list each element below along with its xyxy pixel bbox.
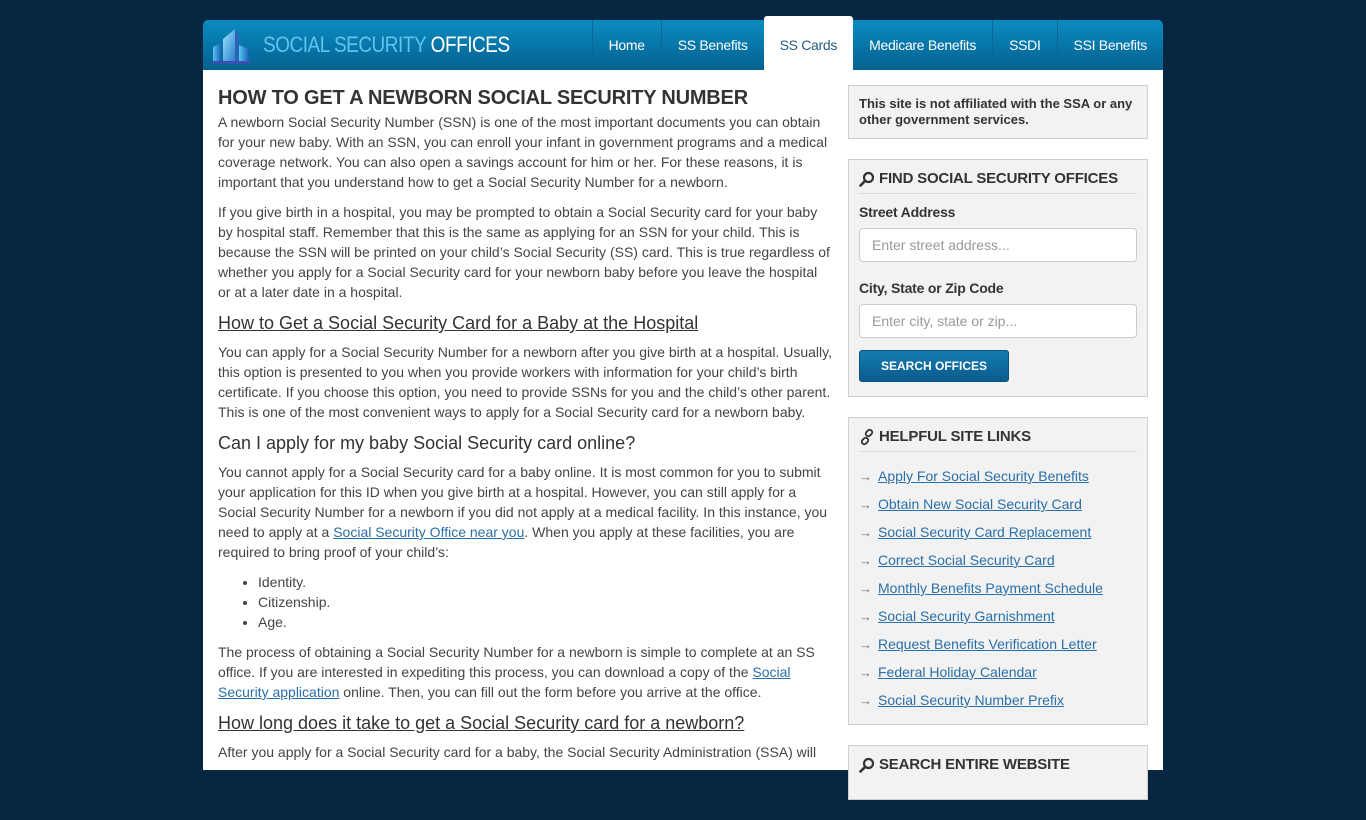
search-offices-button[interactable]: SEARCH OFFICES — [859, 350, 1009, 382]
proof-item: Citizenship. — [258, 592, 833, 612]
search-icon — [859, 171, 875, 187]
arrow-right-icon: → — [859, 636, 872, 652]
find-offices-title-text: FIND SOCIAL SECURITY OFFICES — [879, 170, 1118, 187]
city-state-zip-label: City, State or Zip Code — [859, 280, 1004, 296]
list-item: → Federal Holiday Calendar — [859, 658, 1137, 686]
city-state-zip-input[interactable] — [859, 304, 1137, 338]
page-container: SOCIAL SECURITY OFFICES Home SS Benefits… — [203, 16, 1163, 800]
page-title: HOW TO GET A NEWBORN SOCIAL SECURITY NUM… — [218, 87, 748, 109]
list-item: → Social Security Number Prefix — [859, 686, 1137, 714]
link-card-replacement[interactable]: Social Security Card Replacement — [878, 524, 1091, 540]
helpful-links-title-text: HELPFUL SITE LINKS — [879, 428, 1031, 445]
find-offices-title: FIND SOCIAL SECURITY OFFICES — [859, 170, 1137, 194]
site-name: SOCIAL SECURITY OFFICES — [263, 32, 510, 58]
office-near-you-link[interactable]: Social Security Office near you — [333, 524, 524, 540]
nav-ss-benefits[interactable]: SS Benefits — [660, 20, 764, 70]
list-item: → Request Benefits Verification Letter — [859, 630, 1137, 658]
list-item: → Social Security Garnishment — [859, 602, 1137, 630]
link-apply-benefits[interactable]: Apply For Social Security Benefits — [878, 468, 1089, 484]
site-header: SOCIAL SECURITY OFFICES Home SS Benefits… — [203, 16, 1163, 70]
arrow-right-icon: → — [859, 580, 872, 596]
proof-list: Identity. Citizenship. Age. — [258, 572, 833, 632]
sidebar: This site is not affiliated with the SSA… — [848, 85, 1148, 820]
link-icon — [860, 428, 874, 445]
link-payment-schedule[interactable]: Monthly Benefits Payment Schedule — [878, 580, 1103, 596]
nav-ssi-benefits[interactable]: SSI Benefits — [1056, 20, 1163, 70]
list-item: → Obtain New Social Security Card — [859, 490, 1137, 518]
arrow-right-icon: → — [859, 552, 872, 568]
building-icon — [212, 29, 250, 64]
arrow-right-icon: → — [859, 608, 872, 624]
street-address-input[interactable] — [859, 228, 1137, 262]
intro-paragraph: A newborn Social Security Number (SSN) i… — [218, 114, 828, 190]
nav-home[interactable]: Home — [591, 20, 661, 70]
heading-how-long[interactable]: How long does it take to get a Social Se… — [218, 710, 833, 736]
online-paragraph: You cannot apply for a Social Security c… — [218, 462, 833, 562]
process-text-after: online. Then, you can fill out the form … — [339, 684, 762, 700]
proof-item: Age. — [258, 612, 833, 632]
find-offices-box: FIND SOCIAL SECURITY OFFICES Street Addr… — [848, 159, 1148, 397]
hospital-paragraph: If you give birth in a hospital, you may… — [218, 204, 830, 300]
heading-online: Can I apply for my baby Social Security … — [218, 433, 636, 453]
list-item: → Social Security Card Replacement — [859, 518, 1137, 546]
site-name-bold: OFFICES — [430, 32, 510, 57]
link-obtain-new-card[interactable]: Obtain New Social Security Card — [878, 496, 1082, 512]
helpful-links-box: HELPFUL SITE LINKS → Apply For Social Sec… — [848, 417, 1148, 725]
heading-hospital[interactable]: How to Get a Social Security Card for a … — [218, 310, 833, 336]
how-long-paragraph: After you apply for a Social Security ca… — [218, 744, 817, 760]
link-garnishment[interactable]: Social Security Garnishment — [878, 608, 1055, 624]
arrow-right-icon: → — [859, 692, 872, 708]
nav-ss-cards[interactable]: SS Cards — [763, 16, 854, 70]
search-website-title-text: SEARCH ENTIRE WEBSITE — [879, 756, 1070, 773]
list-item: → Correct Social Security Card — [859, 546, 1137, 574]
content-area: HOW TO GET A NEWBORN SOCIAL SECURITY NUM… — [203, 70, 1163, 800]
process-text-before: The process of obtaining a Social Securi… — [218, 644, 815, 680]
arrow-right-icon: → — [859, 468, 872, 484]
link-correct-card[interactable]: Correct Social Security Card — [878, 552, 1055, 568]
nav-ssdi[interactable]: SSDI — [992, 20, 1056, 70]
search-website-box: SEARCH ENTIRE WEBSITE — [848, 745, 1148, 800]
arrow-right-icon: → — [859, 664, 872, 680]
search-icon — [859, 757, 875, 773]
helpful-links-list: → Apply For Social Security Benefits → Obt… — [859, 462, 1137, 714]
process-paragraph: The process of obtaining a Social Securi… — [218, 642, 833, 702]
nav-medicare-benefits[interactable]: Medicare Benefits — [853, 20, 992, 70]
list-item: → Apply For Social Security Benefits — [859, 462, 1137, 490]
link-ssn-prefix[interactable]: Social Security Number Prefix — [878, 692, 1064, 708]
proof-item: Identity. — [258, 572, 833, 592]
article: HOW TO GET A NEWBORN SOCIAL SECURITY NUM… — [218, 84, 833, 772]
arrow-right-icon: → — [859, 496, 872, 512]
list-item: → Monthly Benefits Payment Schedule — [859, 574, 1137, 602]
link-holiday-calendar[interactable]: Federal Holiday Calendar — [878, 664, 1037, 680]
link-verification-letter[interactable]: Request Benefits Verification Letter — [878, 636, 1097, 652]
main-nav: Home SS Benefits SS Cards Medicare Benef… — [591, 16, 1163, 70]
apply-hospital-paragraph: You can apply for a Social Security Numb… — [218, 344, 832, 420]
disclaimer-box: This site is not affiliated with the SSA… — [848, 85, 1148, 139]
arrow-right-icon: → — [859, 524, 872, 540]
site-name-light: SOCIAL SECURITY — [263, 32, 431, 57]
site-logo[interactable]: SOCIAL SECURITY OFFICES — [209, 24, 550, 66]
street-address-label: Street Address — [859, 204, 956, 220]
helpful-links-title: HELPFUL SITE LINKS — [859, 428, 1137, 452]
